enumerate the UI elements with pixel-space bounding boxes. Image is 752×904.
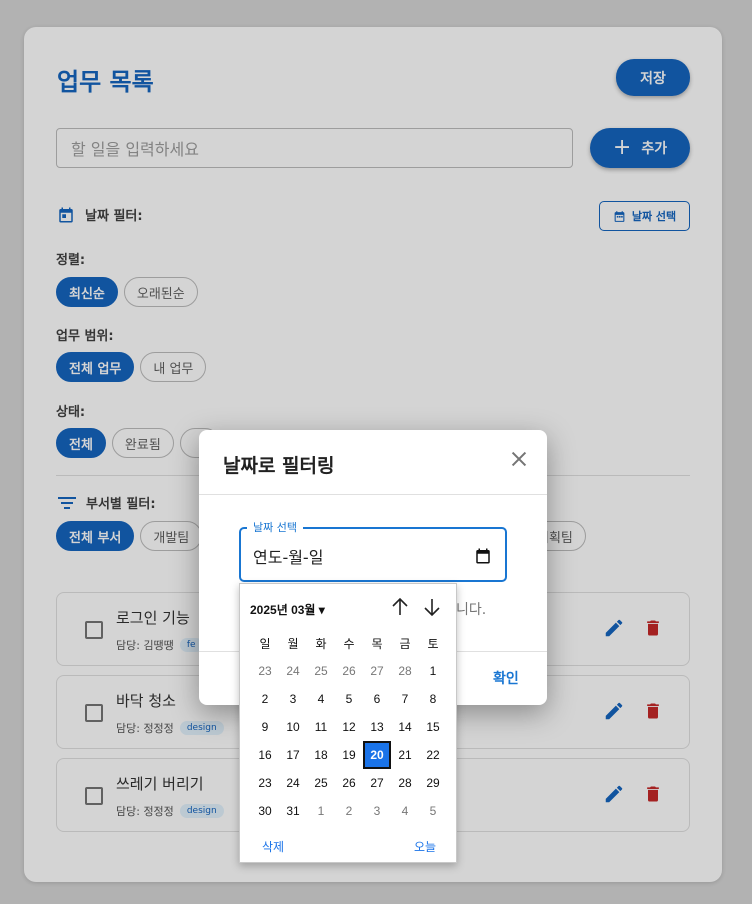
calendar-day[interactable]: 5 bbox=[335, 685, 363, 713]
date-input-label: 날짜 선택 bbox=[247, 519, 303, 535]
calendar-day[interactable]: 24 bbox=[279, 769, 307, 797]
calendar-day[interactable]: 3 bbox=[279, 685, 307, 713]
calendar-day[interactable]: 13 bbox=[363, 713, 391, 741]
calendar-day[interactable]: 27 bbox=[363, 769, 391, 797]
calendar-day[interactable]: 26 bbox=[335, 657, 363, 685]
weekday-header: 수 bbox=[343, 636, 355, 651]
today-button[interactable]: 오늘 bbox=[414, 838, 436, 855]
calendar-icon[interactable] bbox=[474, 547, 492, 565]
weekday-header: 금 bbox=[399, 636, 411, 651]
calendar-day[interactable]: 3 bbox=[363, 797, 391, 825]
calendar-day[interactable]: 16 bbox=[251, 741, 279, 769]
calendar-day[interactable]: 24 bbox=[279, 657, 307, 685]
calendar-day[interactable]: 25 bbox=[307, 657, 335, 685]
calendar-day[interactable]: 1 bbox=[307, 797, 335, 825]
calendar-day[interactable]: 31 bbox=[279, 797, 307, 825]
month-selector[interactable]: 2025년 03월 ▾ bbox=[250, 601, 325, 618]
calendar-day[interactable]: 6 bbox=[363, 685, 391, 713]
weekday-header: 토 bbox=[427, 636, 439, 651]
date-input-value[interactable]: 연도-월-일 bbox=[253, 544, 323, 568]
calendar-day[interactable]: 11 bbox=[307, 713, 335, 741]
calendar-day[interactable]: 22 bbox=[419, 741, 447, 769]
calendar-day[interactable]: 4 bbox=[391, 797, 419, 825]
calendar-day[interactable]: 15 bbox=[419, 713, 447, 741]
calendar-day[interactable]: 7 bbox=[391, 685, 419, 713]
calendar-day[interactable]: 9 bbox=[251, 713, 279, 741]
calendar-day[interactable]: 28 bbox=[391, 657, 419, 685]
weekday-header: 목 bbox=[371, 636, 383, 651]
dialog-divider bbox=[199, 494, 547, 495]
calendar-day[interactable]: 26 bbox=[335, 769, 363, 797]
calendar-day[interactable]: 25 bbox=[307, 769, 335, 797]
calendar-day[interactable]: 2 bbox=[335, 797, 363, 825]
confirm-button[interactable]: 확인 bbox=[493, 668, 519, 688]
arrow-down-icon[interactable] bbox=[423, 597, 441, 617]
calendar-day[interactable]: 19 bbox=[335, 741, 363, 769]
calendar-day[interactable]: 1 bbox=[419, 657, 447, 685]
calendar-day[interactable]: 5 bbox=[419, 797, 447, 825]
arrow-up-icon[interactable] bbox=[391, 597, 409, 617]
calendar-day[interactable]: 2 bbox=[251, 685, 279, 713]
weekday-header: 화 bbox=[315, 636, 327, 651]
calendar-day[interactable]: 29 bbox=[419, 769, 447, 797]
calendar-day[interactable]: 21 bbox=[391, 741, 419, 769]
calendar-day[interactable]: 18 bbox=[307, 741, 335, 769]
calendar-day[interactable]: 17 bbox=[279, 741, 307, 769]
weekday-header: 일 bbox=[259, 636, 271, 651]
close-icon[interactable] bbox=[508, 448, 530, 470]
calendar-day[interactable]: 14 bbox=[391, 713, 419, 741]
calendar-day[interactable]: 8 bbox=[419, 685, 447, 713]
calendar-day[interactable]: 23 bbox=[251, 657, 279, 685]
calendar-day[interactable]: 27 bbox=[363, 657, 391, 685]
calendar-day[interactable]: 23 bbox=[251, 769, 279, 797]
calendar-day[interactable]: 4 bbox=[307, 685, 335, 713]
calendar-grid: 일 월 화 수 목 금 토 23 24 25 26 27 28 1 2 3 4 5 6 7 8 9 10 11 12 13 14 15… bbox=[251, 629, 447, 825]
calendar-day[interactable]: 12 bbox=[335, 713, 363, 741]
calendar-day[interactable]: 28 bbox=[391, 769, 419, 797]
calendar-day[interactable]: 20 bbox=[363, 741, 391, 769]
calendar-day[interactable]: 30 bbox=[251, 797, 279, 825]
clear-date-button[interactable]: 삭제 bbox=[262, 838, 284, 855]
dialog-title: 날짜로 필터링 bbox=[223, 455, 335, 477]
dialog-hint: 니다. bbox=[456, 602, 487, 618]
calendar-day[interactable]: 10 bbox=[279, 713, 307, 741]
weekday-header: 월 bbox=[287, 636, 299, 651]
date-picker-popup: 2025년 03월 ▾ 일 월 화 수 목 금 토 23 24 25 26 27 28 1 2 3 4 5 6 7 8 9… bbox=[239, 583, 457, 863]
